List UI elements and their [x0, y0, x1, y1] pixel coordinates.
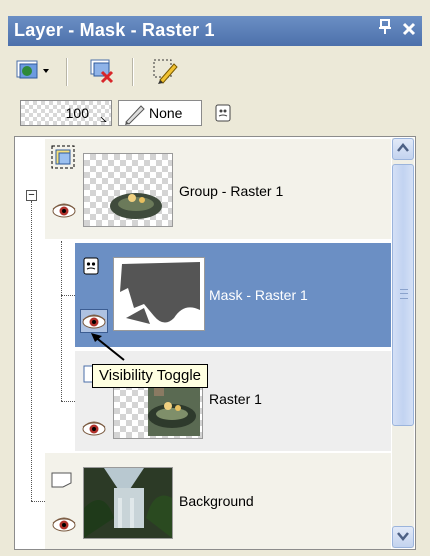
tree-line — [61, 401, 75, 402]
mask-link-icon[interactable] — [212, 102, 234, 124]
tree-line — [31, 201, 32, 501]
delete-layer-icon[interactable] — [88, 56, 118, 86]
tree-line — [61, 241, 62, 401]
scroll-down-button[interactable] — [392, 526, 414, 548]
scroll-up-button[interactable] — [392, 138, 414, 160]
layer-name: Mask - Raster 1 — [209, 287, 308, 303]
eye-icon — [81, 312, 107, 330]
palette-title-bar[interactable]: Layer - Mask - Raster 1 — [8, 16, 422, 46]
new-layer-icon[interactable] — [14, 56, 49, 86]
blend-mode-value: None — [149, 105, 183, 121]
mask-thumbnail — [113, 257, 205, 331]
tree-line — [61, 295, 75, 296]
layer-thumbnail — [83, 467, 173, 539]
layer-thumbnail — [83, 153, 173, 227]
layer-name: Group - Raster 1 — [179, 183, 284, 199]
layer-row[interactable]: Background — [45, 453, 391, 549]
opacity-slider-icon[interactable]: ⦣ — [100, 111, 107, 126]
layer-properties-bar: 100 ⦣ None — [20, 100, 420, 128]
eye-icon[interactable] — [81, 419, 107, 437]
tree-line — [31, 501, 45, 502]
blend-mode-field[interactable]: None — [118, 100, 202, 126]
tooltip: Visibility Toggle — [92, 364, 209, 388]
toolbar-separator — [132, 58, 134, 86]
layer-toolbar — [14, 54, 414, 90]
raster-layer-icon — [51, 471, 73, 494]
palette-title: Layer - Mask - Raster 1 — [14, 20, 215, 40]
opacity-field[interactable]: 100 ⦣ — [20, 100, 112, 126]
layer-name: Raster 1 — [209, 391, 262, 407]
close-icon[interactable] — [402, 17, 416, 43]
pin-icon[interactable] — [378, 19, 392, 40]
group-layer-icon — [51, 145, 75, 174]
layer-name: Background — [179, 493, 254, 509]
edit-selection-icon[interactable] — [150, 56, 180, 86]
brush-icon — [123, 103, 147, 130]
toolbar-separator — [66, 58, 68, 86]
layer-list: − Group - Raster 1 Mask - Raster 1 Raste… — [14, 136, 416, 550]
eye-icon[interactable] — [51, 515, 77, 533]
collapse-group-toggle[interactable]: − — [26, 190, 37, 201]
eye-icon[interactable] — [51, 201, 77, 219]
scrollbar-thumb[interactable] — [392, 164, 414, 426]
mask-layer-icon — [83, 257, 99, 280]
layer-row[interactable]: Group - Raster 1 — [45, 139, 391, 239]
layer-palette: Layer - Mask - Raster 1 100 ⦣ None − Gro… — [0, 0, 430, 556]
vertical-scrollbar[interactable] — [392, 138, 414, 548]
opacity-value: 100 — [65, 105, 89, 121]
